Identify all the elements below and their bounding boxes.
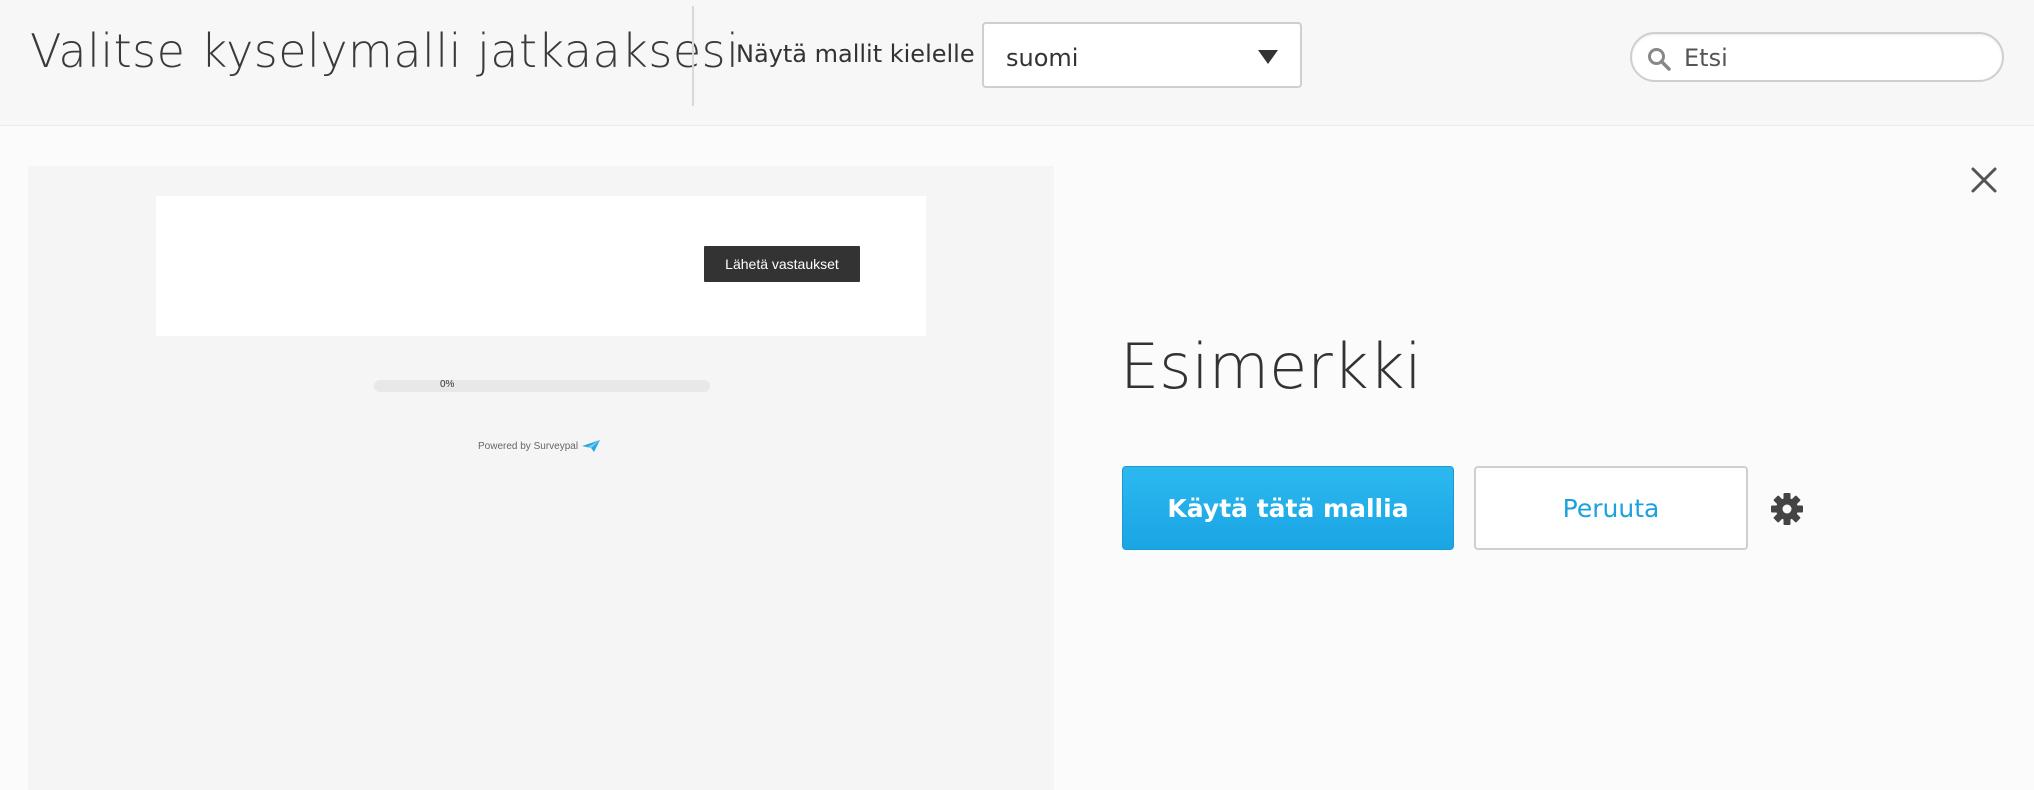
preview-card: Lähetä vastaukset bbox=[156, 196, 926, 336]
use-template-button[interactable]: Käytä tätä mallia bbox=[1122, 466, 1454, 550]
search-box[interactable] bbox=[1630, 32, 2004, 82]
close-icon[interactable] bbox=[1968, 164, 2000, 196]
paper-plane-icon bbox=[582, 440, 601, 452]
header-divider bbox=[692, 6, 694, 106]
gear-icon[interactable] bbox=[1770, 492, 1804, 526]
language-label: Näytä mallit kielelle bbox=[736, 40, 975, 68]
template-preview: Lähetä vastaukset 0% Powered by Surveypa… bbox=[28, 166, 1054, 790]
header: Valitse kyselymalli jatkaaksesi Näytä ma… bbox=[0, 0, 2034, 126]
language-select[interactable]: suomi bbox=[982, 22, 1302, 88]
powered-by-text: Powered by Surveypal bbox=[478, 440, 579, 452]
powered-by: Powered by Surveypal bbox=[478, 440, 601, 452]
search-input[interactable] bbox=[1684, 40, 1984, 76]
page-title: Valitse kyselymalli jatkaaksesi bbox=[30, 24, 740, 78]
cancel-button[interactable]: Peruuta bbox=[1474, 466, 1748, 550]
progress-text: 0% bbox=[440, 379, 455, 390]
template-name: Esimerkki bbox=[1120, 330, 1422, 403]
language-select-value: suomi bbox=[1006, 44, 1079, 72]
search-icon bbox=[1648, 48, 1671, 71]
preview-submit-button: Lähetä vastaukset bbox=[704, 246, 860, 282]
preview-progress-bar: 0% bbox=[374, 379, 710, 392]
caret-down-icon bbox=[1258, 50, 1278, 64]
